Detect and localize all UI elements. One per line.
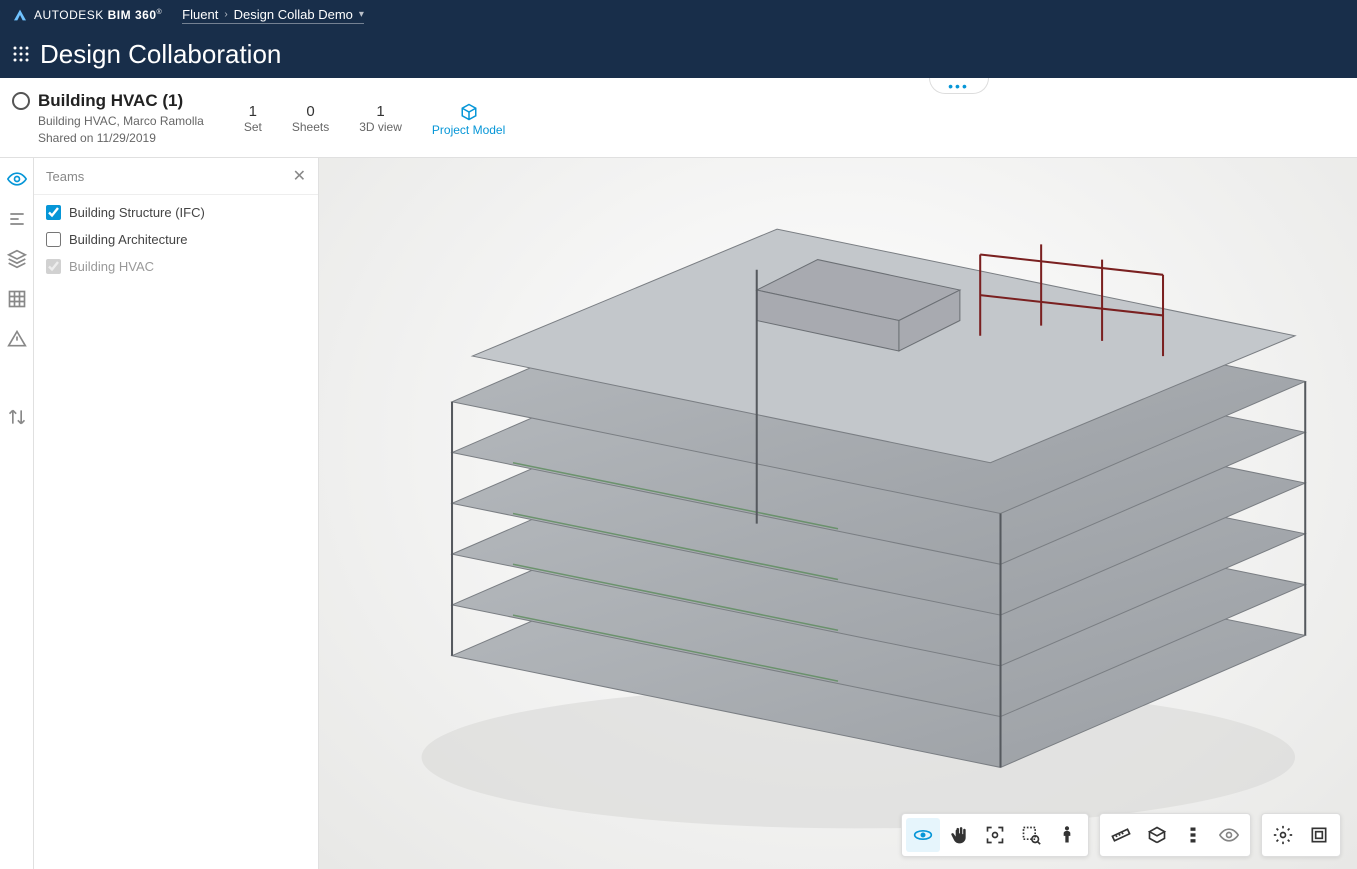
sub-header: Building HVAC (1) Building HVAC, Marco R… — [0, 78, 1357, 158]
top-header: AUTODESK BIM 360® Fluent › Design Collab… — [0, 0, 1357, 78]
toolbar-group-settings — [1261, 813, 1341, 857]
fullscreen-button[interactable] — [1302, 818, 1336, 852]
package-shared-date: Shared on 11/29/2019 — [38, 131, 204, 145]
stat-set[interactable]: 1 Set — [244, 103, 262, 134]
package-author: Building HVAC, Marco Ramolla — [38, 114, 204, 128]
layers-icon — [7, 249, 27, 269]
team-label: Building HVAC — [69, 259, 154, 274]
breadcrumb-project[interactable]: Design Collab Demo — [234, 7, 353, 22]
package-status-icon — [12, 92, 30, 110]
warning-icon — [7, 329, 27, 349]
orbit-icon — [913, 825, 933, 845]
eye-icon — [7, 169, 27, 189]
autodesk-logo-icon — [12, 7, 28, 23]
rail-levels-button[interactable] — [6, 208, 28, 230]
stat-sheets[interactable]: 0 Sheets — [292, 103, 329, 134]
fit-button[interactable] — [978, 818, 1012, 852]
team-item-structure[interactable]: Building Structure (IFC) — [46, 205, 306, 220]
rail-layers-button[interactable] — [6, 248, 28, 270]
chevron-right-icon: › — [224, 9, 227, 20]
model-viewer[interactable] — [319, 158, 1357, 869]
viewer-toolbar — [901, 813, 1341, 857]
measure-button[interactable] — [1104, 818, 1138, 852]
team-label: Building Structure (IFC) — [69, 205, 205, 220]
explode-icon — [1183, 825, 1203, 845]
fullscreen-icon — [1309, 825, 1329, 845]
toolbar-group-nav — [901, 813, 1089, 857]
hand-icon — [949, 825, 969, 845]
ghost-eye-icon — [1219, 825, 1239, 845]
levels-icon — [7, 209, 27, 229]
team-item-hvac[interactable]: Building HVAC — [46, 259, 306, 274]
teams-panel: Teams ✕ Building Structure (IFC) Buildin… — [34, 158, 319, 869]
team-checkbox[interactable] — [46, 232, 61, 247]
stat-3dview[interactable]: 1 3D view — [359, 103, 402, 134]
ruler-icon — [1111, 825, 1131, 845]
grid-icon — [7, 289, 27, 309]
module-title: Design Collaboration — [40, 39, 281, 70]
zoom-window-button[interactable] — [1014, 818, 1048, 852]
breadcrumb-account[interactable]: Fluent — [182, 7, 218, 22]
section-icon — [1147, 825, 1167, 845]
rail-visibility-button[interactable] — [6, 168, 28, 190]
building-model-icon — [319, 158, 1357, 869]
brand-label: AUTODESK BIM 360® — [34, 8, 162, 22]
section-button[interactable] — [1140, 818, 1174, 852]
fit-icon — [985, 825, 1005, 845]
zoom-window-icon — [1021, 825, 1041, 845]
package-title: Building HVAC (1) — [38, 91, 204, 111]
breadcrumb[interactable]: Fluent › Design Collab Demo ▾ — [182, 7, 364, 24]
toolbar-group-tools — [1099, 813, 1251, 857]
cube-icon — [460, 103, 478, 121]
stat-project-model[interactable]: Project Model — [432, 103, 505, 137]
team-checkbox — [46, 259, 61, 274]
rail-changes-button[interactable] — [6, 406, 28, 428]
person-icon — [1057, 825, 1077, 845]
rail-issues-button[interactable] — [6, 328, 28, 350]
settings-button[interactable] — [1266, 818, 1300, 852]
swap-arrows-icon — [7, 407, 27, 427]
chevron-down-icon: ▾ — [359, 9, 364, 20]
close-icon[interactable]: ✕ — [293, 166, 306, 186]
rail-grid-button[interactable] — [6, 288, 28, 310]
explode-button[interactable] — [1176, 818, 1210, 852]
ghost-button[interactable] — [1212, 818, 1246, 852]
teams-panel-title: Teams — [46, 169, 84, 184]
gear-icon — [1273, 825, 1293, 845]
model-placeholder — [319, 158, 1357, 869]
walk-button[interactable] — [1050, 818, 1084, 852]
timeline-pull-tab[interactable]: ••• — [929, 78, 989, 94]
left-rail — [0, 158, 34, 869]
apps-grid-icon[interactable] — [12, 45, 30, 63]
team-label: Building Architecture — [69, 232, 188, 247]
team-checkbox[interactable] — [46, 205, 61, 220]
orbit-button[interactable] — [906, 818, 940, 852]
team-item-architecture[interactable]: Building Architecture — [46, 232, 306, 247]
pan-button[interactable] — [942, 818, 976, 852]
